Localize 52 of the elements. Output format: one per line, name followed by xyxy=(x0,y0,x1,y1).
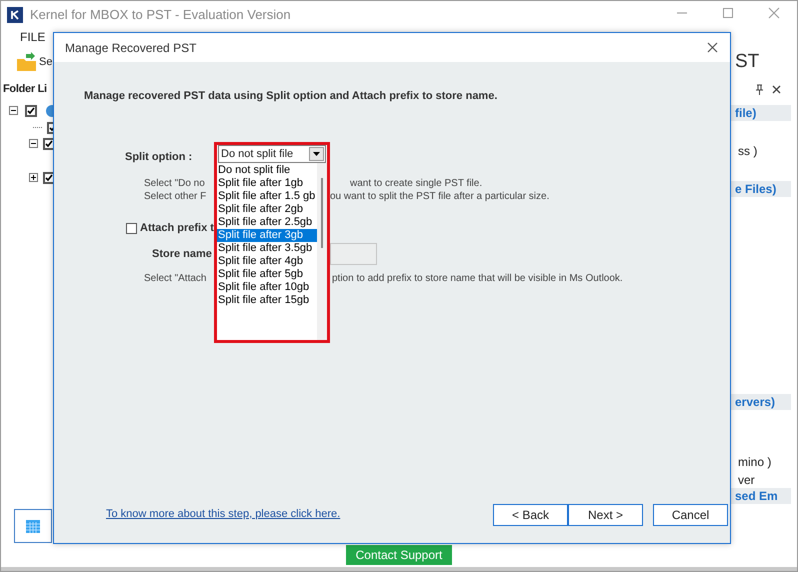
page-heading: ST xyxy=(735,50,760,74)
dialog-button[interactable]: Next > xyxy=(568,504,643,526)
collapse-icon[interactable] xyxy=(9,106,18,115)
folder-icon xyxy=(16,52,38,72)
dialog-heading: Manage recovered PST data using Split option and Attach prefix to store name. xyxy=(84,89,498,104)
dropdown-option[interactable]: Split file after 2.5gb xyxy=(217,216,317,229)
pane-section-header[interactable]: sed Em xyxy=(729,488,791,504)
checkbox-label: Attach prefix t xyxy=(140,221,214,236)
hint-text: Select "Do no xyxy=(144,178,205,189)
window-title: Kernel for MBOX to PST - Evaluation Version xyxy=(30,6,291,24)
dropdown-option[interactable]: Split file after 3.5gb xyxy=(217,242,317,255)
checkbox[interactable] xyxy=(126,222,137,234)
dialog-button[interactable]: Cancel xyxy=(653,504,728,526)
split-option-select[interactable]: Do not split file xyxy=(218,145,326,163)
store-name-label: Store name xyxy=(152,248,212,260)
expand-icon[interactable] xyxy=(29,173,38,182)
hint-text: Select other F xyxy=(144,191,206,202)
dropdown-option[interactable]: Do not split file xyxy=(217,164,317,177)
help-link[interactable]: To know more about this step, please click here. xyxy=(106,506,340,522)
panel-title: Folder Li xyxy=(3,82,47,97)
dropdown-option[interactable]: Split file after 3gb xyxy=(217,229,317,242)
pane-section-header[interactable]: file) xyxy=(729,104,791,120)
pane-section-header[interactable]: ervers) xyxy=(729,394,791,410)
pane-section-header[interactable]: e Files) xyxy=(729,180,791,196)
close-icon[interactable] xyxy=(707,42,718,53)
caret-icon xyxy=(313,152,320,156)
dialog-button[interactable]: < Back xyxy=(493,504,568,526)
dropdown-option[interactable]: Split file after 1gb xyxy=(217,177,317,190)
dialog-title: Manage Recovered PST xyxy=(65,40,196,56)
pane-item[interactable]: ss ) xyxy=(729,142,758,158)
toolbar-button[interactable]: Se xyxy=(39,54,52,70)
dropdown-option[interactable]: Split file after 10gb xyxy=(217,281,317,294)
close-icon[interactable] xyxy=(772,85,781,94)
hint-text: ption to add prefix to store name that will be visible in Ms Outlook. xyxy=(332,272,623,284)
dropdown-option[interactable]: Split file after 5gb xyxy=(217,268,317,281)
checkbox[interactable] xyxy=(25,104,37,116)
app-logo-icon xyxy=(7,7,23,23)
hint-text: Select "Attach xyxy=(144,272,206,284)
collapse-icon[interactable] xyxy=(29,139,38,148)
pane-item[interactable]: mino ) xyxy=(729,454,772,470)
split-option-label: Split option : xyxy=(125,150,192,164)
pane-item[interactable]: ver xyxy=(729,472,755,488)
dropdown-option[interactable]: Split file after 4gb xyxy=(217,255,317,268)
scrollbar[interactable] xyxy=(317,163,327,340)
pin-icon[interactable] xyxy=(755,84,764,95)
calendar-icon xyxy=(25,518,41,534)
dropdown-option[interactable]: Split file after 2gb xyxy=(217,203,317,216)
dropdown-option[interactable]: Split file after 15gb xyxy=(217,294,317,307)
dropdown-option[interactable]: Split file after 1.5 gb xyxy=(217,190,317,203)
calendar-tab[interactable] xyxy=(14,509,52,543)
hint-text: ou want to split the PST file after a particular size. xyxy=(330,191,550,202)
hint-text: want to create single PST file. xyxy=(350,178,482,189)
